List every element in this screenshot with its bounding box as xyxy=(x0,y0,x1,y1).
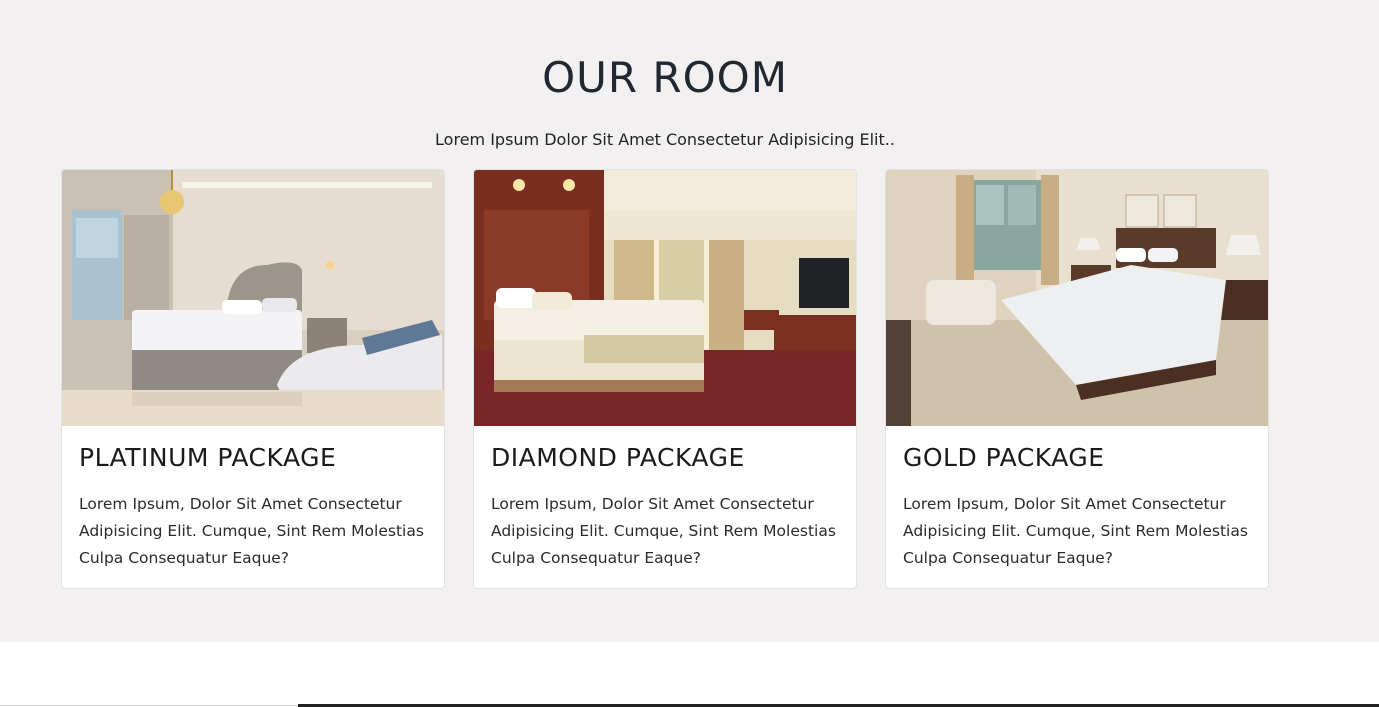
section-title: OUR ROOM xyxy=(542,53,788,102)
card-description: Lorem Ipsum, Dolor Sit Amet Consectetur … xyxy=(491,495,836,567)
card-title: PLATINUM PACKAGE xyxy=(79,443,337,472)
card-description: Lorem Ipsum, Dolor Sit Amet Consectetur … xyxy=(79,495,424,567)
room-card-diamond[interactable]: DIAMOND PACKAGE Lorem Ipsum, Dolor Sit A… xyxy=(473,169,857,589)
room-image-gold xyxy=(886,170,1268,426)
page-divider xyxy=(0,705,298,706)
room-image-diamond xyxy=(474,170,856,426)
card-description: Lorem Ipsum, Dolor Sit Amet Consectetur … xyxy=(903,495,1248,567)
rooms-section: OUR ROOM Lorem Ipsum Dolor Sit Amet Cons… xyxy=(0,0,1379,642)
room-card-platinum[interactable]: PLATINUM PACKAGE Lorem Ipsum, Dolor Sit … xyxy=(61,169,445,589)
card-title: DIAMOND PACKAGE xyxy=(491,443,745,472)
card-title: GOLD PACKAGE xyxy=(903,443,1105,472)
room-card-gold[interactable]: GOLD PACKAGE Lorem Ipsum, Dolor Sit Amet… xyxy=(885,169,1269,589)
room-image-platinum xyxy=(62,170,444,426)
section-subtitle: Lorem Ipsum Dolor Sit Amet Consectetur A… xyxy=(435,130,895,149)
